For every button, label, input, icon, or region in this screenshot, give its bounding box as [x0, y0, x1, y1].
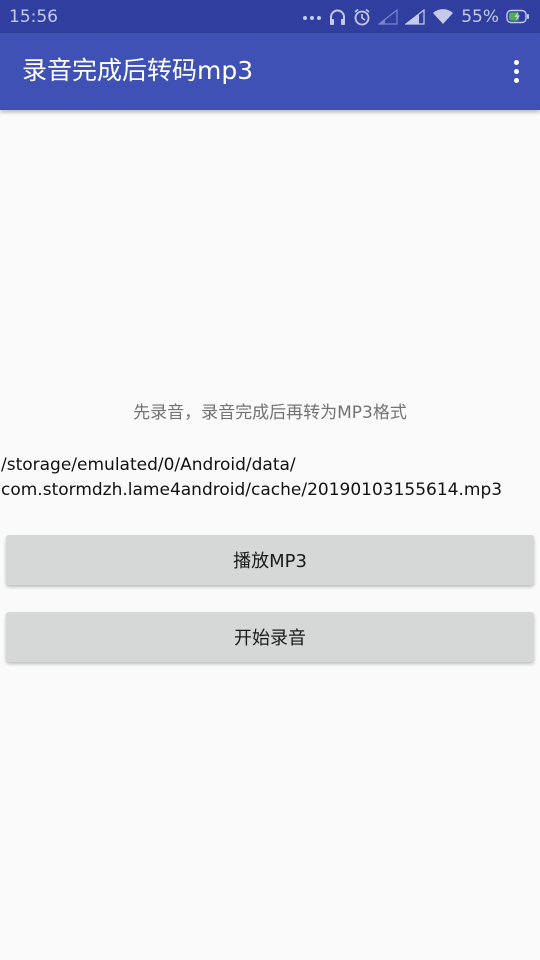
- overflow-dot: [513, 59, 519, 65]
- app-bar: 录音完成后转码mp3: [0, 33, 540, 110]
- signal-weak-icon: [378, 8, 398, 25]
- battery-percent: 55%: [461, 6, 499, 27]
- overflow-dot: [513, 68, 519, 74]
- app-title: 录音完成后转码mp3: [22, 56, 254, 85]
- more-dots-icon: [302, 12, 322, 22]
- battery-charging-icon: [506, 9, 530, 24]
- play-mp3-button[interactable]: 播放MP3: [6, 535, 534, 585]
- start-recording-button[interactable]: 开始录音: [6, 612, 534, 662]
- status-bar: 15:56 55%: [0, 0, 540, 33]
- status-icons: 55%: [302, 4, 530, 29]
- overflow-dot: [513, 77, 519, 83]
- status-time: 15:56: [9, 7, 58, 27]
- more-vert-icon[interactable]: [506, 53, 526, 89]
- signal-icon: [405, 8, 425, 25]
- file-path-line-1: /storage/emulated/0/Android/data/: [1, 455, 296, 475]
- file-path-text: /storage/emulated/0/Android/data/ com.st…: [1, 453, 536, 503]
- wifi-icon: [432, 8, 454, 25]
- hint-text: 先录音，录音完成后再转为MP3格式: [133, 403, 407, 423]
- headset-icon: [329, 8, 346, 26]
- file-path-line-2: com.stormdzh.lame4android/cache/20190103…: [1, 480, 503, 500]
- alarm-icon: [353, 8, 371, 26]
